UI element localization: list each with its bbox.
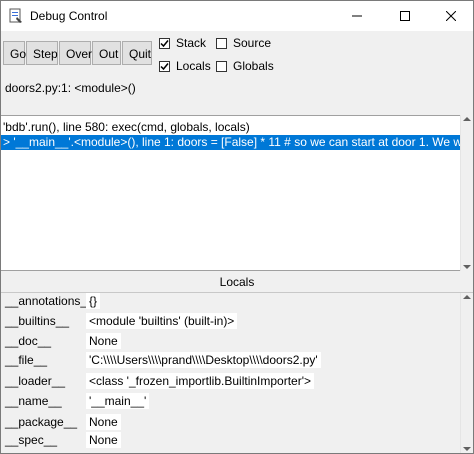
local-value[interactable]: None [86, 414, 121, 430]
local-value[interactable]: '__main__' [86, 393, 150, 409]
out-button[interactable]: Out [92, 41, 121, 65]
debug-toolbar: Go Step Over Out Quit Stack Source Local… [1, 31, 473, 109]
source-check-icon [216, 37, 227, 49]
close-icon [446, 11, 456, 21]
local-name: __loader__ [5, 374, 66, 388]
stack-frame-row-selected[interactable]: > '__main__'.<module>(), line 1: doors =… [1, 135, 460, 150]
locals-scroll-up-icon[interactable] [463, 295, 471, 299]
locals-scrollbar[interactable] [460, 293, 473, 453]
stack-listbox[interactable]: 'bdb'.run(), line 580: exec(cmd, globals… [1, 115, 460, 271]
source-checkbox[interactable]: Source [216, 36, 271, 50]
globals-check-icon [216, 60, 227, 72]
over-button[interactable]: Over [59, 41, 92, 65]
local-name: __builtins__ [5, 314, 70, 328]
quit-button[interactable]: Quit [122, 41, 152, 65]
local-name: __doc__ [5, 334, 52, 348]
globals-checkbox[interactable]: Globals [216, 59, 274, 73]
local-name: __package__ [5, 415, 78, 429]
debug-control-window: Debug Control Go Step Over Out Quit Stac… [0, 0, 474, 454]
locals-scroll-down-icon[interactable] [463, 447, 471, 451]
local-name: __name__ [5, 394, 62, 408]
maximize-icon [400, 11, 410, 21]
maximize-button[interactable] [382, 1, 428, 31]
stack-scrollbar[interactable] [460, 115, 473, 271]
minimize-icon [352, 15, 362, 17]
minimize-button[interactable] [334, 1, 380, 31]
step-button[interactable]: Step [26, 41, 58, 65]
current-location-status: doors2.py:1: <module>() [5, 81, 136, 95]
locals-checkbox[interactable]: Locals [159, 59, 211, 73]
local-value[interactable]: 'C:\\\\Users\\\\prand\\\\Desktop\\\\door… [86, 352, 321, 368]
local-name: __file__ [5, 353, 48, 367]
window-title: Debug Control [30, 9, 108, 23]
locals-header: Locals [1, 272, 473, 293]
source-checkbox-label: Source [233, 36, 272, 50]
title-bar[interactable]: Debug Control [1, 1, 473, 31]
local-value[interactable]: None [86, 333, 121, 349]
globals-checkbox-label: Globals [233, 59, 274, 73]
local-name: __annotations__ [5, 294, 94, 308]
scroll-up-icon[interactable] [463, 117, 471, 121]
scroll-down-icon[interactable] [463, 265, 471, 269]
stack-checkbox[interactable]: Stack [159, 36, 206, 50]
locals-check-icon [159, 60, 170, 72]
stack-checkbox-label: Stack [176, 36, 207, 50]
local-value[interactable]: {} [86, 293, 101, 309]
local-value[interactable]: None [86, 432, 121, 448]
debug-app-icon [9, 8, 23, 24]
locals-checkbox-label: Locals [176, 59, 211, 73]
local-value[interactable]: <class '_frozen_importlib.BuiltinImporte… [86, 373, 315, 389]
go-button[interactable]: Go [3, 41, 26, 65]
close-button[interactable] [428, 1, 473, 31]
stack-frame-row[interactable]: 'bdb'.run(), line 580: exec(cmd, globals… [1, 120, 460, 135]
local-name: __spec__ [5, 433, 58, 447]
stack-check-icon [159, 37, 170, 49]
local-value[interactable]: <module 'builtins' (built-in)> [86, 313, 238, 329]
locals-panel: __annotations__ {} __builtins__ <module … [1, 293, 460, 453]
